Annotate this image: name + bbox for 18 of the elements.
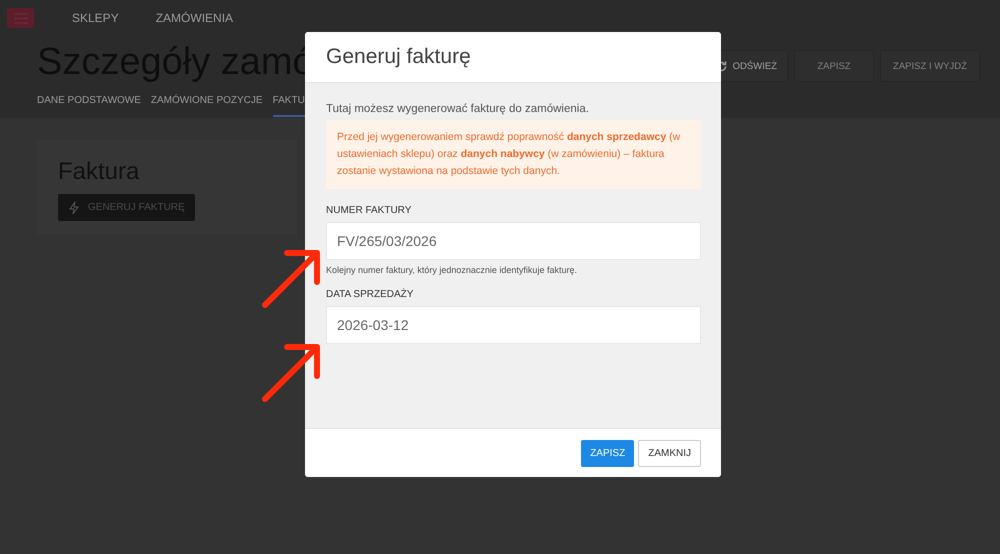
field-label: DATA SPRZEDAŻY	[326, 289, 414, 300]
nav-link[interactable]: SKLEPY	[72, 11, 119, 25]
close-button[interactable]: ZAMKNIJ	[638, 440, 701, 466]
input-field[interactable]: 2026-03-12	[326, 306, 701, 344]
lightning-icon	[68, 200, 80, 214]
menu-button[interactable]	[7, 8, 34, 28]
action-button[interactable]: ZAPISZ	[794, 50, 874, 82]
warning-alert: Przed jej wygenerowaniem sprawdź poprawność danych sprzedawcy (w ustawieniach sklepu) oraz danych nabywcy (w zamówieniu) – faktura zostanie wystawiona na podstawie tych danych.	[326, 120, 701, 189]
help-text: Kolejny numer faktury, który jednoznacznie identyfikuje fakturę.	[326, 265, 578, 275]
input-field[interactable]: FV/265/03/2026	[326, 222, 701, 260]
save-button[interactable]: ZAPISZ	[581, 440, 634, 466]
tab[interactable]: DANE PODSTAWOWE	[37, 94, 141, 115]
action-button[interactable]: ZAPISZ I WYJDŹ	[880, 50, 980, 82]
nav-link[interactable]: ZAMÓWIENIA	[156, 11, 234, 25]
intro-text: Tutaj możesz wygenerować fakturę do zamówienia.	[326, 103, 590, 115]
dialog-title: Generuj fakturę	[326, 45, 471, 69]
field-label: NUMER FAKTURY	[326, 205, 412, 216]
tab[interactable]: ZAMÓWIONE POZYCJE	[150, 94, 263, 115]
